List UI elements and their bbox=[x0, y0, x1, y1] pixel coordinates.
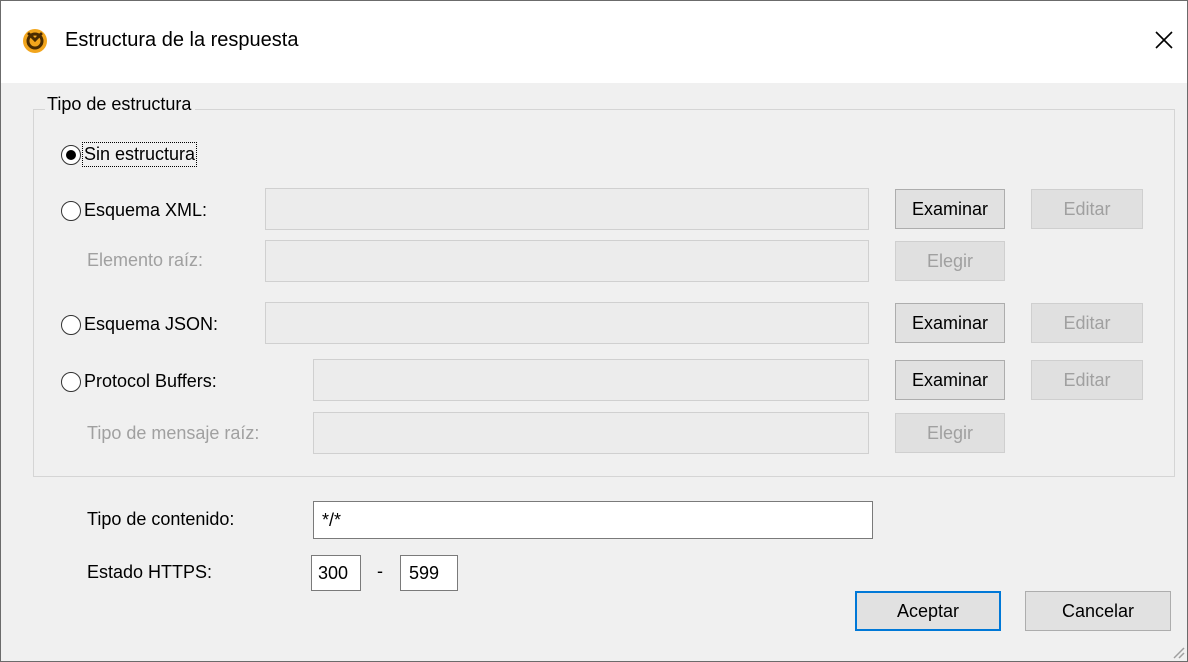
radio-json-schema-indicator[interactable] bbox=[61, 314, 81, 335]
https-status-to-input[interactable] bbox=[400, 555, 458, 591]
radio-xml-schema-label[interactable]: Esquema XML: bbox=[84, 200, 207, 221]
radio-protocol-buffers-label[interactable]: Protocol Buffers: bbox=[84, 371, 217, 392]
cancel-button[interactable]: Cancelar bbox=[1025, 591, 1171, 631]
structure-type-group-label: Tipo de estructura bbox=[45, 94, 196, 115]
radio-xml-schema-indicator[interactable] bbox=[61, 200, 81, 221]
radio-no-structure[interactable]: Sin estructura bbox=[61, 142, 198, 167]
protobuf-path-field[interactable] bbox=[313, 359, 869, 401]
xml-browse-button[interactable]: Examinar bbox=[895, 189, 1005, 229]
json-edit-button[interactable]: Editar bbox=[1031, 303, 1143, 343]
xml-root-element-label: Elemento raíz: bbox=[87, 250, 204, 270]
https-status-separator: - bbox=[377, 561, 383, 581]
resize-grip-icon[interactable] bbox=[1169, 643, 1185, 659]
xml-choose-button[interactable]: Elegir bbox=[895, 241, 1005, 281]
mapforce-logo-icon bbox=[23, 29, 47, 53]
close-icon[interactable] bbox=[1149, 25, 1179, 55]
https-status-label: Estado HTTPS: bbox=[87, 562, 213, 582]
json-schema-path-field[interactable] bbox=[265, 302, 869, 344]
protobuf-edit-button[interactable]: Editar bbox=[1031, 360, 1143, 400]
protobuf-browse-button[interactable]: Examinar bbox=[895, 360, 1005, 400]
window-title: Estructura de la respuesta bbox=[65, 29, 299, 51]
radio-no-structure-indicator[interactable] bbox=[61, 144, 81, 165]
content-type-label: Tipo de contenido: bbox=[87, 509, 235, 529]
json-browse-button[interactable]: Examinar bbox=[895, 303, 1005, 343]
xml-root-element-field[interactable] bbox=[265, 240, 869, 282]
radio-protocol-buffers-indicator[interactable] bbox=[61, 371, 81, 392]
protobuf-root-message-label: Tipo de mensaje raíz: bbox=[87, 423, 260, 443]
content-type-input[interactable] bbox=[313, 501, 873, 539]
protobuf-choose-button[interactable]: Elegir bbox=[895, 413, 1005, 453]
accept-button[interactable]: Aceptar bbox=[855, 591, 1001, 631]
radio-json-schema-label[interactable]: Esquema JSON: bbox=[84, 314, 218, 335]
title-bar: Estructura de la respuesta bbox=[1, 1, 1187, 83]
xml-schema-path-field[interactable] bbox=[265, 188, 869, 230]
radio-xml-schema[interactable]: Esquema XML: bbox=[61, 200, 207, 221]
xml-edit-button[interactable]: Editar bbox=[1031, 189, 1143, 229]
radio-json-schema[interactable]: Esquema JSON: bbox=[61, 314, 218, 335]
dialog-window: Estructura de la respuesta Tipo de estru… bbox=[0, 0, 1188, 662]
https-status-from-input[interactable] bbox=[311, 555, 361, 591]
radio-protocol-buffers[interactable]: Protocol Buffers: bbox=[61, 371, 217, 392]
radio-no-structure-label[interactable]: Sin estructura bbox=[81, 142, 198, 167]
protobuf-root-message-field[interactable] bbox=[313, 412, 869, 454]
